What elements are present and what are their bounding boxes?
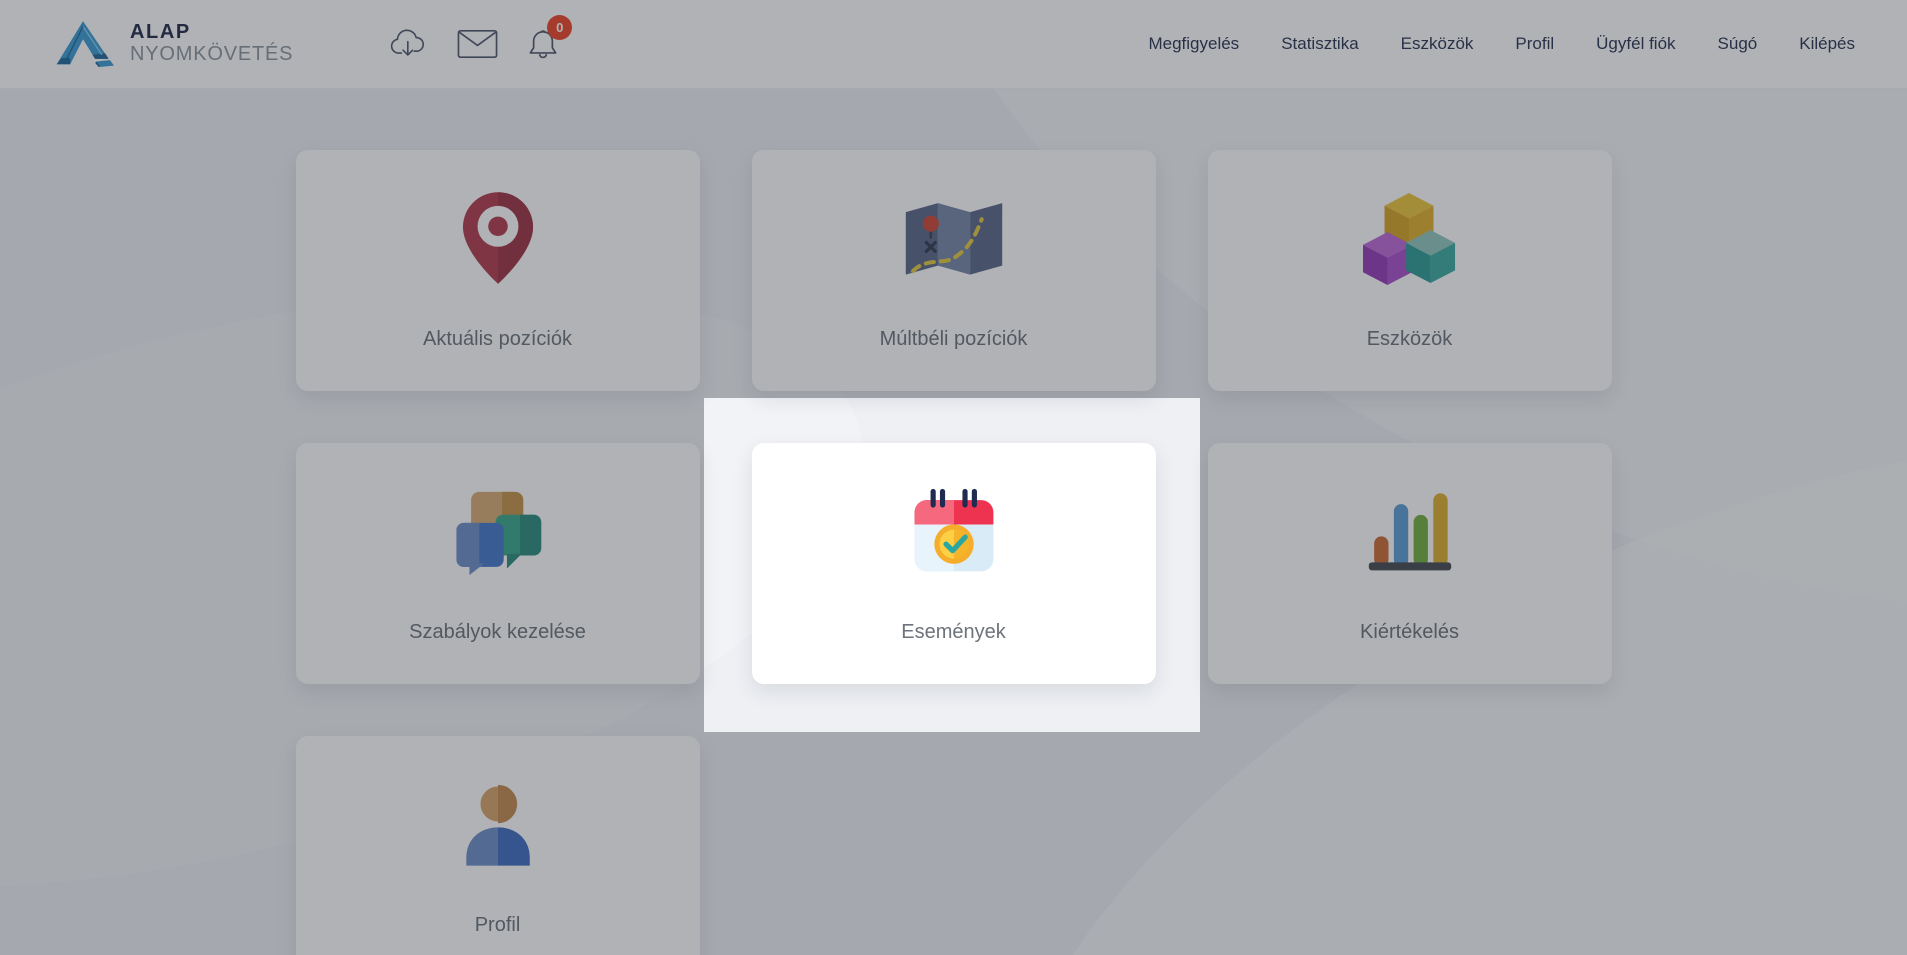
tile-aktualis-poziciok[interactable]: Aktuális pozíciók	[296, 150, 700, 391]
tile-label: Aktuális pozíciók	[423, 328, 572, 351]
cubes-icon	[1363, 190, 1457, 286]
cloud-download-icon[interactable]	[389, 28, 427, 61]
calendar-check-icon	[909, 483, 999, 579]
notification-badge: 0	[547, 15, 572, 40]
tile-profil[interactable]: Profil	[296, 736, 700, 955]
tile-label: Események	[901, 621, 1006, 644]
tile-label: Profil	[475, 914, 521, 937]
nav-link-sugo[interactable]: Súgó	[1718, 34, 1758, 54]
tile-szabalyok-kezelese[interactable]: Szabályok kezelése	[296, 443, 700, 684]
folded-map-icon	[904, 190, 1004, 286]
nav-link-ugyfel-fiok[interactable]: Ügyfél fiók	[1596, 34, 1675, 54]
nav-link-megfigyeles[interactable]: Megfigyelés	[1148, 34, 1239, 54]
bell-icon[interactable]: 0	[528, 27, 558, 61]
dashboard-grid: Aktuális pozíciók Múltbéli pozíciók	[296, 150, 1612, 955]
mail-icon[interactable]	[457, 29, 498, 59]
tile-kiertekeles[interactable]: Kiértékelés	[1208, 443, 1612, 684]
brand-logo[interactable]: ALAP NYOMKÖVETÉS	[52, 14, 293, 74]
tile-label: Szabályok kezelése	[409, 621, 586, 644]
nav-link-eszkozok[interactable]: Eszközök	[1401, 34, 1474, 54]
nav-link-kilepes[interactable]: Kilépés	[1799, 34, 1855, 54]
bar-chart-icon	[1367, 483, 1453, 579]
main-navigation: Megfigyelés Statisztika Eszközök Profil …	[1148, 34, 1855, 54]
nav-link-statisztika[interactable]: Statisztika	[1281, 34, 1358, 54]
brand-subtitle: NYOMKÖVETÉS	[130, 44, 293, 66]
chat-bubbles-icon	[451, 483, 545, 579]
tile-label: Kiértékelés	[1360, 621, 1459, 644]
tile-label: Múltbéli pozíciók	[880, 328, 1028, 351]
navbar-icon-group: 0	[389, 27, 558, 61]
tile-esemenyek[interactable]: Események	[752, 443, 1156, 684]
location-pin-icon	[461, 190, 535, 286]
nav-link-profil[interactable]: Profil	[1515, 34, 1554, 54]
tile-multbeli-poziciok[interactable]: Múltbéli pozíciók	[752, 150, 1156, 391]
person-icon	[458, 776, 538, 872]
tile-label: Eszközök	[1367, 328, 1453, 351]
top-navbar: ALAP NYOMKÖVETÉS 0 Me	[0, 0, 1907, 89]
tile-eszkozok[interactable]: Eszközök	[1208, 150, 1612, 391]
brand-name: ALAP	[130, 22, 293, 44]
logo-icon	[52, 14, 114, 74]
